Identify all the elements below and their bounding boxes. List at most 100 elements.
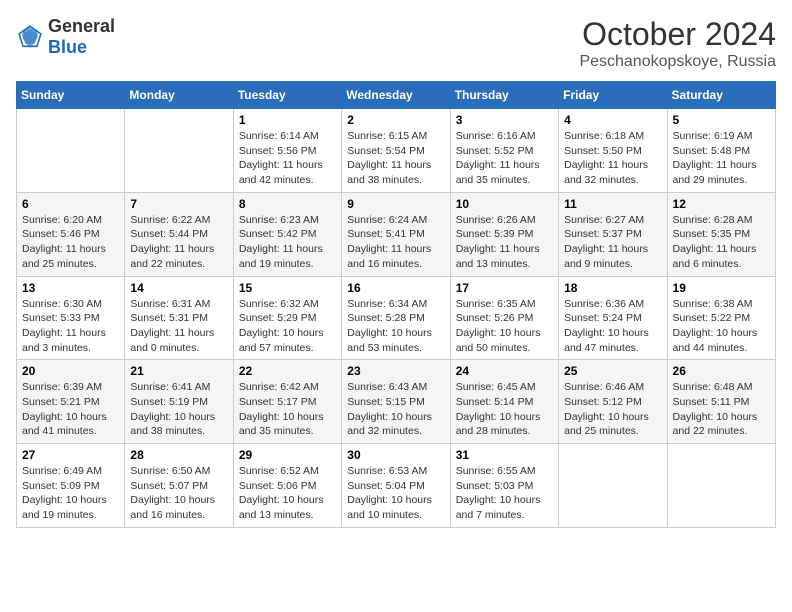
calendar-cell: 27Sunrise: 6:49 AMSunset: 5:09 PMDayligh…: [17, 444, 125, 528]
weekday-header-saturday: Saturday: [667, 82, 775, 109]
day-info: Sunrise: 6:30 AMSunset: 5:33 PMDaylight:…: [22, 297, 119, 356]
day-info: Sunrise: 6:36 AMSunset: 5:24 PMDaylight:…: [564, 297, 661, 356]
day-info: Sunrise: 6:35 AMSunset: 5:26 PMDaylight:…: [456, 297, 553, 356]
day-info: Sunrise: 6:48 AMSunset: 5:11 PMDaylight:…: [673, 380, 770, 439]
page-header: General Blue October 2024 Peschanokopsko…: [16, 16, 776, 71]
calendar-week-row: 20Sunrise: 6:39 AMSunset: 5:21 PMDayligh…: [17, 360, 776, 444]
calendar-cell: 10 Sunrise: 6:26 AMSunset: 5:39 PMDayligh…: [450, 192, 558, 276]
day-number: 27: [22, 448, 119, 462]
day-info: Sunrise: 6:14 AMSunset: 5:56 PMDaylight:…: [239, 129, 336, 188]
calendar-cell: 6 Sunrise: 6:20 AMSunset: 5:46 PMDaylight…: [17, 192, 125, 276]
calendar-week-row: 27Sunrise: 6:49 AMSunset: 5:09 PMDayligh…: [17, 444, 776, 528]
day-number: 20: [22, 364, 119, 378]
calendar-cell: [125, 109, 233, 193]
weekday-header-sunday: Sunday: [17, 82, 125, 109]
calendar-cell: 3 Sunrise: 6:16 AMSunset: 5:52 PMDaylight…: [450, 109, 558, 193]
day-info: Sunrise: 6:32 AMSunset: 5:29 PMDaylight:…: [239, 297, 336, 356]
day-number: 25: [564, 364, 661, 378]
day-number: 1: [239, 113, 336, 127]
day-info: Sunrise: 6:23 AMSunset: 5:42 PMDaylight:…: [239, 213, 336, 272]
calendar-week-row: 6 Sunrise: 6:20 AMSunset: 5:46 PMDaylight…: [17, 192, 776, 276]
day-info: Sunrise: 6:31 AMSunset: 5:31 PMDaylight:…: [130, 297, 227, 356]
calendar-week-row: 1 Sunrise: 6:14 AMSunset: 5:56 PMDaylight…: [17, 109, 776, 193]
day-info: Sunrise: 6:43 AMSunset: 5:15 PMDaylight:…: [347, 380, 444, 439]
logo-text: General Blue: [48, 16, 115, 58]
day-number: 22: [239, 364, 336, 378]
calendar-cell: 15 Sunrise: 6:32 AMSunset: 5:29 PMDayligh…: [233, 276, 341, 360]
calendar-cell: 17 Sunrise: 6:35 AMSunset: 5:26 PMDayligh…: [450, 276, 558, 360]
day-number: 21: [130, 364, 227, 378]
calendar-cell: 4Sunrise: 6:18 AMSunset: 5:50 PMDaylight…: [559, 109, 667, 193]
logo-icon: [16, 23, 44, 51]
calendar-cell: 28 Sunrise: 6:50 AMSunset: 5:07 PMDayligh…: [125, 444, 233, 528]
day-info: Sunrise: 6:19 AMSunset: 5:48 PMDaylight:…: [673, 129, 770, 188]
day-number: 8: [239, 197, 336, 211]
day-info: Sunrise: 6:46 AMSunset: 5:12 PMDaylight:…: [564, 380, 661, 439]
calendar-cell: 21Sunrise: 6:41 AMSunset: 5:19 PMDayligh…: [125, 360, 233, 444]
day-info: Sunrise: 6:52 AMSunset: 5:06 PMDaylight:…: [239, 464, 336, 523]
weekday-header-wednesday: Wednesday: [342, 82, 450, 109]
day-number: 15: [239, 281, 336, 295]
day-number: 3: [456, 113, 553, 127]
day-info: Sunrise: 6:20 AMSunset: 5:46 PMDaylight:…: [22, 213, 119, 272]
day-number: 18: [564, 281, 661, 295]
calendar-cell: 9 Sunrise: 6:24 AMSunset: 5:41 PMDaylight…: [342, 192, 450, 276]
calendar-cell: [559, 444, 667, 528]
day-info: Sunrise: 6:45 AMSunset: 5:14 PMDaylight:…: [456, 380, 553, 439]
day-info: Sunrise: 6:50 AMSunset: 5:07 PMDaylight:…: [130, 464, 227, 523]
calendar-cell: 24 Sunrise: 6:45 AMSunset: 5:14 PMDayligh…: [450, 360, 558, 444]
calendar-cell: 2 Sunrise: 6:15 AMSunset: 5:54 PMDaylight…: [342, 109, 450, 193]
day-info: Sunrise: 6:28 AMSunset: 5:35 PMDaylight:…: [673, 213, 770, 272]
calendar-cell: 8 Sunrise: 6:23 AMSunset: 5:42 PMDaylight…: [233, 192, 341, 276]
title-block: October 2024 Peschanokopskoye, Russia: [579, 16, 776, 71]
calendar-cell: 20Sunrise: 6:39 AMSunset: 5:21 PMDayligh…: [17, 360, 125, 444]
day-number: 6: [22, 197, 119, 211]
logo-blue: Blue: [48, 37, 87, 57]
calendar-cell: 19Sunrise: 6:38 AMSunset: 5:22 PMDayligh…: [667, 276, 775, 360]
day-number: 4: [564, 113, 661, 127]
calendar-cell: 25 Sunrise: 6:46 AMSunset: 5:12 PMDayligh…: [559, 360, 667, 444]
weekday-header-row: SundayMondayTuesdayWednesdayThursdayFrid…: [17, 82, 776, 109]
calendar-cell: 30 Sunrise: 6:53 AMSunset: 5:04 PMDayligh…: [342, 444, 450, 528]
day-number: 10: [456, 197, 553, 211]
calendar-cell: 5Sunrise: 6:19 AMSunset: 5:48 PMDaylight…: [667, 109, 775, 193]
calendar-cell: [667, 444, 775, 528]
calendar-cell: 1 Sunrise: 6:14 AMSunset: 5:56 PMDaylight…: [233, 109, 341, 193]
day-number: 26: [673, 364, 770, 378]
day-number: 11: [564, 197, 661, 211]
day-info: Sunrise: 6:34 AMSunset: 5:28 PMDaylight:…: [347, 297, 444, 356]
logo-general: General: [48, 16, 115, 36]
day-info: Sunrise: 6:53 AMSunset: 5:04 PMDaylight:…: [347, 464, 444, 523]
calendar-cell: 16Sunrise: 6:34 AMSunset: 5:28 PMDayligh…: [342, 276, 450, 360]
day-info: Sunrise: 6:55 AMSunset: 5:03 PMDaylight:…: [456, 464, 553, 523]
weekday-header-tuesday: Tuesday: [233, 82, 341, 109]
day-number: 31: [456, 448, 553, 462]
weekday-header-thursday: Thursday: [450, 82, 558, 109]
calendar-table: SundayMondayTuesdayWednesdayThursdayFrid…: [16, 81, 776, 528]
day-info: Sunrise: 6:16 AMSunset: 5:52 PMDaylight:…: [456, 129, 553, 188]
day-number: 2: [347, 113, 444, 127]
day-number: 13: [22, 281, 119, 295]
location-title: Peschanokopskoye, Russia: [579, 53, 776, 71]
day-info: Sunrise: 6:42 AMSunset: 5:17 PMDaylight:…: [239, 380, 336, 439]
day-number: 28: [130, 448, 227, 462]
day-number: 7: [130, 197, 227, 211]
day-info: Sunrise: 6:26 AMSunset: 5:39 PMDaylight:…: [456, 213, 553, 272]
day-info: Sunrise: 6:24 AMSunset: 5:41 PMDaylight:…: [347, 213, 444, 272]
day-number: 23: [347, 364, 444, 378]
day-number: 14: [130, 281, 227, 295]
day-number: 19: [673, 281, 770, 295]
day-number: 17: [456, 281, 553, 295]
day-number: 30: [347, 448, 444, 462]
day-number: 9: [347, 197, 444, 211]
day-info: Sunrise: 6:27 AMSunset: 5:37 PMDaylight:…: [564, 213, 661, 272]
weekday-header-friday: Friday: [559, 82, 667, 109]
calendar-cell: 14 Sunrise: 6:31 AMSunset: 5:31 PMDayligh…: [125, 276, 233, 360]
weekday-header-monday: Monday: [125, 82, 233, 109]
day-info: Sunrise: 6:22 AMSunset: 5:44 PMDaylight:…: [130, 213, 227, 272]
calendar-cell: 18 Sunrise: 6:36 AMSunset: 5:24 PMDayligh…: [559, 276, 667, 360]
day-number: 24: [456, 364, 553, 378]
day-info: Sunrise: 6:15 AMSunset: 5:54 PMDaylight:…: [347, 129, 444, 188]
calendar-week-row: 13 Sunrise: 6:30 AMSunset: 5:33 PMDayligh…: [17, 276, 776, 360]
month-title: October 2024: [579, 16, 776, 53]
